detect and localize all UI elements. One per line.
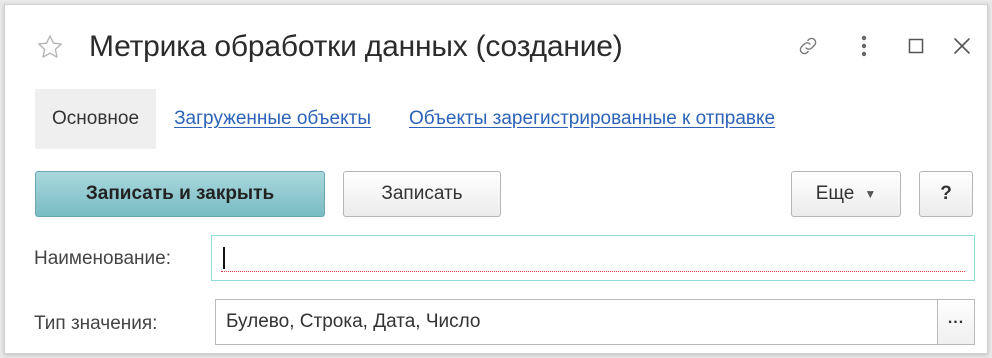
- link-icon[interactable]: [795, 33, 821, 59]
- tab-main[interactable]: Основное: [35, 89, 157, 149]
- star-icon[interactable]: [36, 33, 64, 61]
- maximize-icon[interactable]: [903, 33, 929, 59]
- more-button-label: Еще: [815, 183, 855, 204]
- save-and-close-button[interactable]: Записать и закрыть: [35, 171, 325, 217]
- tab-bar: Основное Загруженные объекты Объекты зар…: [35, 89, 795, 149]
- more-button[interactable]: Еще ▼: [791, 171, 901, 217]
- value-type-input[interactable]: Булево, Строка, Дата, Число: [215, 299, 937, 345]
- tab-loaded-objects[interactable]: Загруженные объекты: [174, 108, 371, 130]
- caret-down-icon: ▼: [864, 187, 877, 201]
- help-button[interactable]: ?: [919, 171, 973, 217]
- value-type-label: Тип значения:: [34, 313, 158, 334]
- window-title: Метрика обработки данных (создание): [89, 30, 623, 63]
- title-bar: Метрика обработки данных (создание): [5, 5, 987, 85]
- name-label: Наименование:: [34, 248, 171, 269]
- required-field-underline: [221, 271, 965, 272]
- close-icon[interactable]: [949, 33, 975, 59]
- tab-registered-objects[interactable]: Объекты зарегистрированные к отправке: [409, 108, 775, 130]
- text-cursor: [223, 247, 225, 269]
- name-input[interactable]: [211, 235, 975, 281]
- save-button[interactable]: Записать: [343, 171, 501, 217]
- choose-button[interactable]: ...: [937, 299, 975, 345]
- form-window: Метрика обработки данных (создание) Осно…: [4, 4, 988, 354]
- more-vertical-icon[interactable]: [851, 33, 877, 59]
